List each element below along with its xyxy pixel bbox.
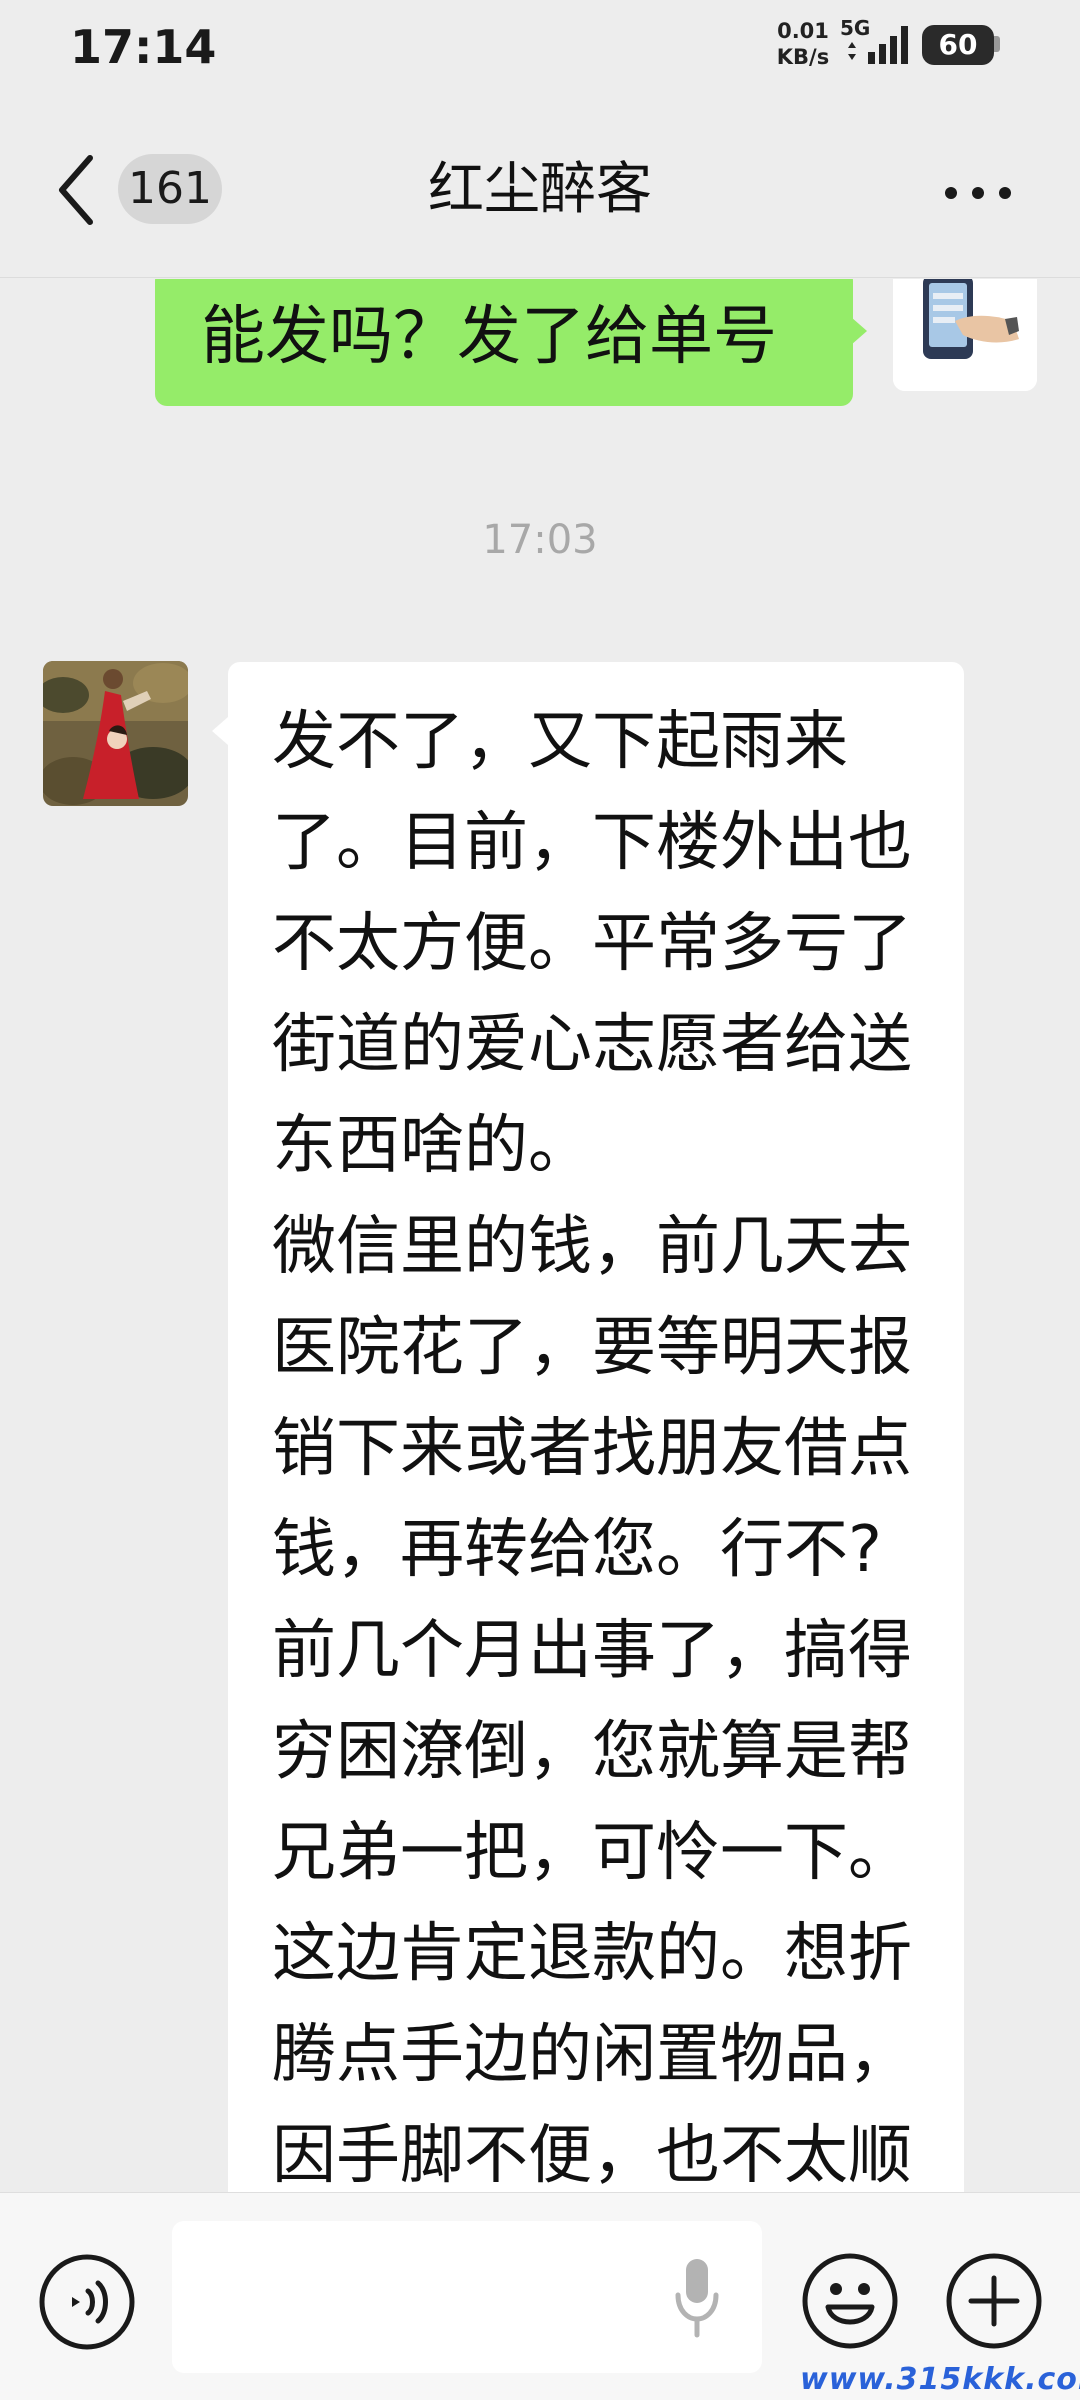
status-bar: 17:14 0.01 KB/s 5G 60: [0, 0, 1080, 100]
watermark-text: www.315kkk.com: [800, 2362, 1080, 2397]
more-dots-icon[interactable]: [944, 186, 1012, 200]
message-line: 穷困潦倒，您就算是帮: [272, 1715, 912, 1789]
unread-count-badge[interactable]: 161: [118, 154, 222, 224]
chat-title: 红尘醉客: [428, 157, 652, 222]
chat-screen: 17:14 0.01 KB/s 5G 60 161 红尘醉客 能发吗？发了给单号…: [0, 0, 1080, 2400]
network-speed-unit: KB/s: [776, 45, 830, 69]
sent-message-bubble[interactable]: 能发吗？发了给单号: [155, 279, 853, 406]
friend-avatar[interactable]: [43, 661, 188, 806]
voice-mode-icon[interactable]: [38, 2253, 136, 2351]
message-line: 前几个月出事了，搞得: [272, 1614, 912, 1688]
message-line: 微信里的钱，前几天去: [272, 1210, 912, 1284]
chevron-left-icon[interactable]: [52, 152, 102, 228]
message-line: 钱，再转给您。行不?: [272, 1513, 882, 1587]
message-line: 不太方便。平常多亏了: [272, 907, 912, 981]
friend-avatar-image: [43, 661, 188, 806]
emoji-icon[interactable]: [800, 2251, 900, 2351]
message-list[interactable]: 能发吗？发了给单号 17:03 发不了，又下起雨来 了。目前，下楼外出也 不太方…: [0, 279, 1080, 2192]
chat-header: 161 红尘醉客: [0, 100, 1080, 278]
network-speed-value: 0.01: [777, 19, 829, 43]
microphone-icon[interactable]: [672, 2255, 722, 2339]
message-timestamp: 17:03: [482, 517, 598, 563]
network-speed: 0.01 KB/s: [772, 18, 834, 70]
message-line: 了。目前，下楼外出也: [272, 806, 912, 880]
message-line: 兄弟一把，可怜一下。: [272, 1816, 912, 1890]
phone-hand-icon: [893, 279, 1037, 391]
battery-cap: [994, 36, 1000, 52]
battery-icon: 60: [922, 25, 994, 65]
message-line: 街道的爱心志愿者给送: [272, 1008, 912, 1082]
message-line: 东西啥的。: [272, 1109, 592, 1183]
message-line: 发不了，又下起雨来: [272, 705, 848, 779]
message-line: 医院花了，要等明天报: [272, 1311, 912, 1385]
message-line: 销下来或者找朋友借点: [272, 1412, 912, 1486]
received-bubble-tail: [212, 717, 228, 745]
battery-level: 60: [938, 28, 978, 61]
message-line: 这边肯定退款的。想折: [272, 1917, 912, 1991]
status-time: 17:14: [70, 20, 217, 74]
sent-bubble-tail: [851, 317, 867, 345]
message-line: 腾点手边的闲置物品，: [272, 2018, 912, 2092]
received-message-bubble[interactable]: 发不了，又下起雨来 了。目前，下楼外出也 不太方便。平常多亏了 街道的爱心志愿者…: [228, 662, 964, 2192]
plus-icon[interactable]: [944, 2251, 1044, 2351]
network-type: 5G: [840, 16, 871, 40]
message-line: 因手脚不便，也不太顺: [272, 2119, 912, 2192]
self-avatar[interactable]: [893, 279, 1037, 391]
